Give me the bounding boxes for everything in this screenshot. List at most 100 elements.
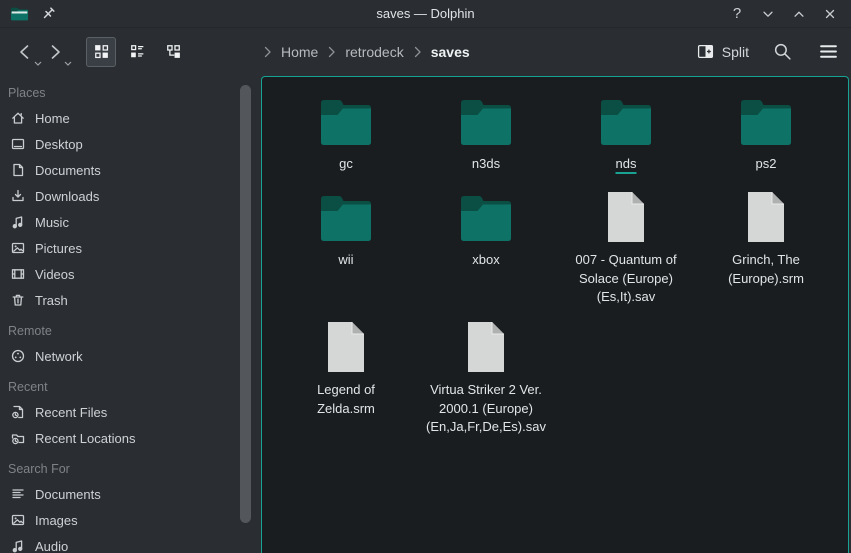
item-label: ps2 bbox=[756, 155, 777, 174]
forward-button[interactable] bbox=[40, 37, 70, 67]
close-button[interactable] bbox=[819, 3, 841, 25]
breadcrumb-saves[interactable]: saves bbox=[426, 44, 475, 60]
folder-item-nds[interactable]: nds bbox=[556, 93, 696, 189]
tree-view-button[interactable] bbox=[158, 37, 188, 67]
sidebar-item-home[interactable]: Home bbox=[0, 105, 261, 131]
window-controls: ? bbox=[726, 3, 841, 25]
sidebar-item-downloads[interactable]: Downloads bbox=[0, 183, 261, 209]
sidebar-item-trash[interactable]: Trash bbox=[0, 287, 261, 313]
folder-item-xbox[interactable]: xbox bbox=[416, 189, 556, 319]
sidebar-item-recent-locations[interactable]: Recent Locations bbox=[0, 425, 261, 451]
breadcrumb-retrodeck[interactable]: retrodeck bbox=[340, 44, 408, 60]
details-view-button[interactable] bbox=[122, 37, 152, 67]
item-label: gc bbox=[339, 155, 353, 174]
remote-section-header: Remote bbox=[0, 313, 261, 343]
sidebar-item-label: Documents bbox=[35, 487, 101, 502]
sidebar-item-pictures[interactable]: Pictures bbox=[0, 235, 261, 261]
sidebar-item-music[interactable]: Music bbox=[0, 209, 261, 235]
file-icon bbox=[747, 189, 785, 243]
sidebar-item-documents[interactable]: Documents bbox=[0, 157, 261, 183]
search-icon bbox=[773, 42, 792, 61]
image-icon bbox=[10, 512, 26, 528]
file-item-legend-of-zelda[interactable]: Legend of Zelda.srm bbox=[276, 319, 416, 449]
forward-history-caret-icon bbox=[64, 61, 72, 66]
places-panel: Places Home Desktop Documents Downloads … bbox=[0, 75, 261, 553]
hamburger-icon bbox=[819, 44, 838, 59]
music-note-icon bbox=[10, 538, 26, 553]
image-icon bbox=[10, 240, 26, 256]
download-icon bbox=[10, 188, 26, 204]
folder-icon bbox=[459, 189, 513, 243]
toolbar: Home retrodeck saves Split bbox=[0, 28, 851, 75]
folder-item-ps2[interactable]: ps2 bbox=[696, 93, 836, 189]
sidebar-item-label: Downloads bbox=[35, 189, 99, 204]
help-button[interactable]: ? bbox=[726, 3, 748, 25]
view-mode-group bbox=[86, 37, 188, 67]
places-scrollbar[interactable] bbox=[240, 85, 251, 523]
sidebar-item-label: Pictures bbox=[35, 241, 82, 256]
dolphin-app-icon bbox=[10, 6, 29, 21]
file-item-virtua-striker-2[interactable]: Virtua Striker 2 Ver. 2000.1 (Europe) (E… bbox=[416, 319, 556, 449]
search-button[interactable] bbox=[769, 39, 795, 65]
folder-item-wii[interactable]: wii bbox=[276, 189, 416, 319]
places-section-header: Places bbox=[0, 75, 261, 105]
item-label: Virtua Striker 2 Ver. 2000.1 (Europe) (E… bbox=[420, 381, 552, 437]
file-item-007-quantum-of-solace[interactable]: 007 - Quantum of Solace (Europe) (Es,It)… bbox=[556, 189, 696, 319]
grid-row: wii xbox 007 - Quantum of Solace (Europe… bbox=[262, 189, 848, 319]
breadcrumb-chevron-icon[interactable] bbox=[327, 46, 336, 58]
titlebar: saves — Dolphin ? bbox=[0, 0, 851, 28]
sidebar-item-search-audio[interactable]: Audio bbox=[0, 533, 261, 553]
recent-file-icon bbox=[10, 404, 26, 420]
folder-icon bbox=[739, 93, 793, 147]
icons-view-button[interactable] bbox=[86, 37, 116, 67]
network-icon bbox=[10, 348, 26, 364]
maximize-button[interactable] bbox=[788, 3, 810, 25]
recent-folder-icon bbox=[10, 430, 26, 446]
home-icon bbox=[10, 110, 26, 126]
sidebar-item-videos[interactable]: Videos bbox=[0, 261, 261, 287]
sidebar-item-search-images[interactable]: Images bbox=[0, 507, 261, 533]
grid-row: Legend of Zelda.srm Virtua Striker 2 Ver… bbox=[262, 319, 848, 449]
menu-button[interactable] bbox=[815, 39, 841, 65]
breadcrumb-chevron-icon[interactable] bbox=[413, 46, 422, 58]
sidebar-item-label: Recent Locations bbox=[35, 431, 135, 446]
folder-icon bbox=[319, 93, 373, 147]
breadcrumb: Home retrodeck saves bbox=[263, 28, 475, 75]
breadcrumb-home[interactable]: Home bbox=[276, 44, 323, 60]
item-label: Legend of Zelda.srm bbox=[294, 381, 398, 418]
sidebar-item-label: Audio bbox=[35, 539, 68, 553]
folder-icon bbox=[459, 93, 513, 147]
file-item-grinch-the[interactable]: Grinch, The (Europe).srm bbox=[696, 189, 836, 319]
sidebar-item-search-documents[interactable]: Documents bbox=[0, 481, 261, 507]
item-label: n3ds bbox=[472, 155, 500, 174]
folder-icon bbox=[599, 93, 653, 147]
item-label: wii bbox=[338, 251, 353, 270]
sidebar-item-network[interactable]: Network bbox=[0, 343, 261, 369]
folder-view[interactable]: gc n3ds nds ps2 wii bbox=[261, 76, 849, 553]
sidebar-item-desktop[interactable]: Desktop bbox=[0, 131, 261, 157]
document-icon bbox=[10, 162, 26, 178]
sidebar-item-label: Documents bbox=[35, 163, 101, 178]
sidebar-item-recent-files[interactable]: Recent Files bbox=[0, 399, 261, 425]
split-view-icon bbox=[697, 43, 714, 60]
file-icon bbox=[467, 319, 505, 373]
text-lines-icon bbox=[10, 486, 26, 502]
folder-item-gc[interactable]: gc bbox=[276, 93, 416, 189]
item-label: 007 - Quantum of Solace (Europe) (Es,It)… bbox=[560, 251, 692, 307]
item-label: nds bbox=[616, 155, 637, 174]
file-icon bbox=[327, 319, 365, 373]
split-button[interactable]: Split bbox=[697, 43, 749, 60]
sidebar-item-label: Images bbox=[35, 513, 78, 528]
minimize-button[interactable] bbox=[757, 3, 779, 25]
toolbar-right: Split bbox=[697, 28, 841, 75]
pin-icon[interactable] bbox=[41, 6, 56, 21]
trash-icon bbox=[10, 292, 26, 308]
sidebar-item-label: Videos bbox=[35, 267, 75, 282]
sidebar-item-label: Recent Files bbox=[35, 405, 107, 420]
breadcrumb-chevron-icon[interactable] bbox=[263, 46, 272, 58]
folder-item-n3ds[interactable]: n3ds bbox=[416, 93, 556, 189]
back-button[interactable] bbox=[10, 37, 40, 67]
film-icon bbox=[10, 266, 26, 282]
window-title: saves — Dolphin bbox=[0, 6, 851, 21]
music-note-icon bbox=[10, 214, 26, 230]
